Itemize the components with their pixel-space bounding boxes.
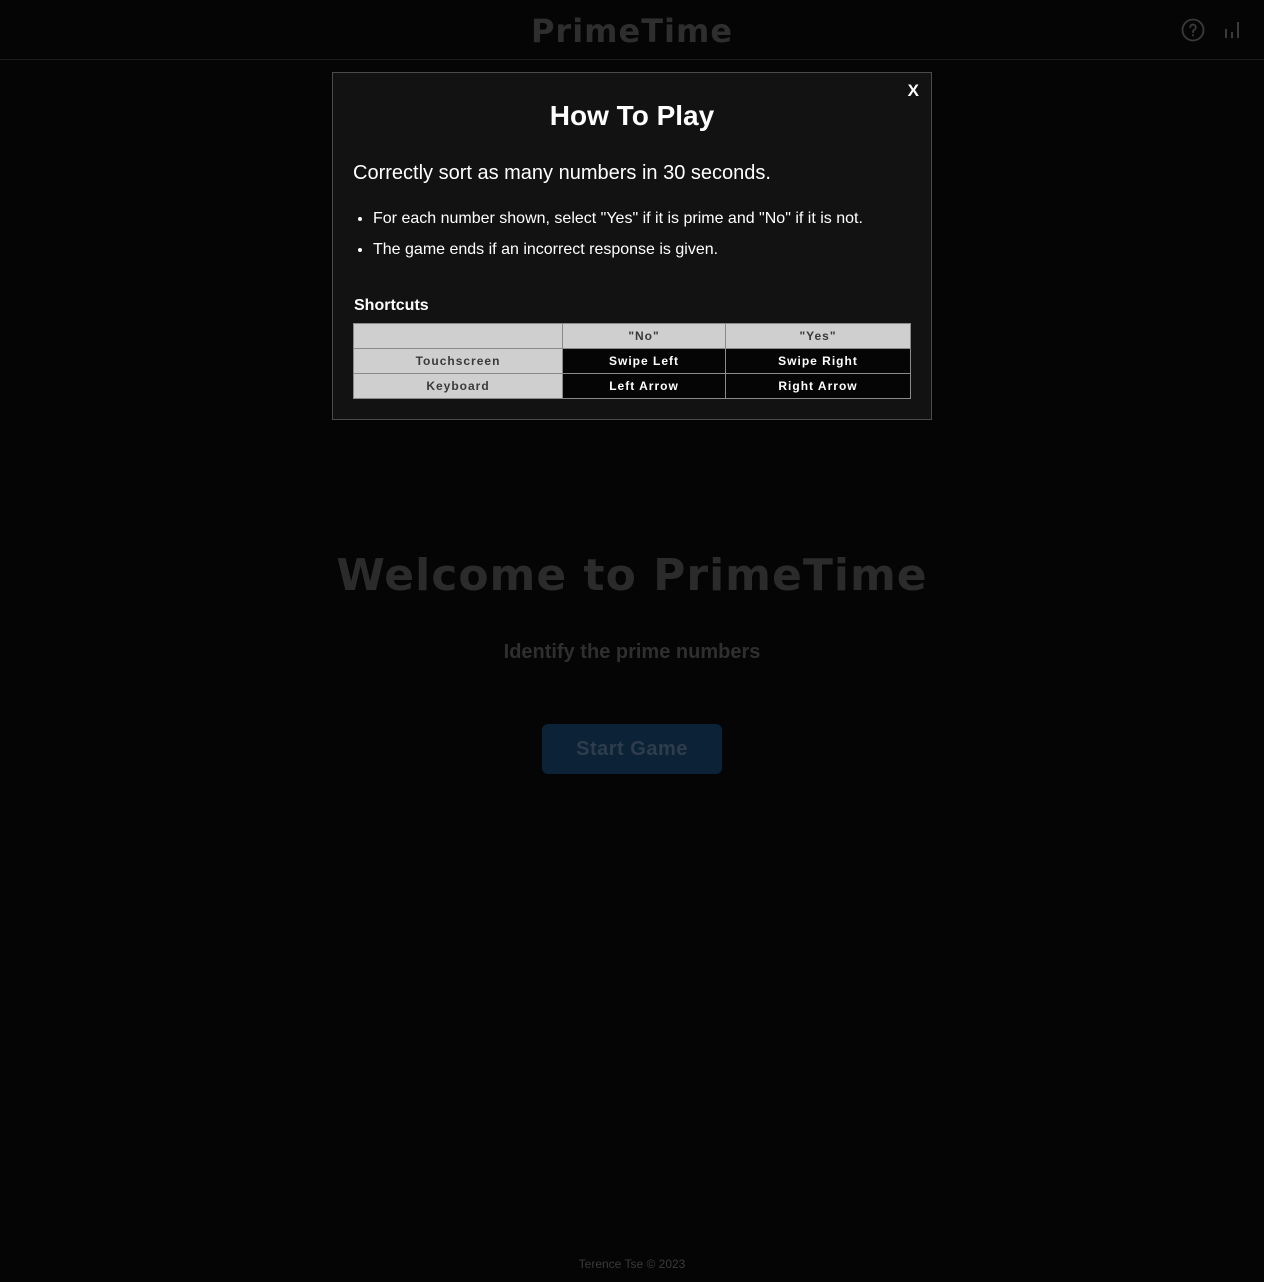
help-icon[interactable] — [1181, 18, 1205, 42]
rules-list: For each number shown, select "Yes" if i… — [353, 209, 863, 271]
row-label-cell: Keyboard — [353, 373, 563, 399]
header: PrimeTime — [0, 0, 1264, 60]
table-header-cell: "Yes" — [725, 323, 911, 349]
page: PrimeTime Welcome to PrimeTime Identify … — [0, 0, 1264, 1282]
shortcuts-table: "No" "Yes" Touchscreen Swipe Left Swipe … — [353, 323, 911, 399]
stats-icon[interactable] — [1220, 18, 1244, 42]
how-to-play-modal: X How To Play Correctly sort as many num… — [332, 72, 932, 420]
modal-lead-text: Correctly sort as many numbers in 30 sec… — [353, 162, 771, 184]
no-shortcut-cell: Left Arrow — [562, 373, 726, 399]
yes-shortcut-cell: Swipe Right — [725, 348, 911, 374]
rule-item: For each number shown, select "Yes" if i… — [358, 209, 863, 240]
welcome-title: Welcome to PrimeTime — [336, 550, 928, 601]
modal-title: How To Play — [549, 100, 715, 131]
row-label-cell: Touchscreen — [353, 348, 563, 374]
table-header-row: "No" "Yes" — [353, 323, 911, 349]
start-game-button[interactable]: Start Game — [542, 724, 722, 774]
app-logo: PrimeTime — [530, 12, 734, 50]
yes-shortcut-cell: Right Arrow — [725, 373, 911, 399]
footer-credit: Terence Tse © 2023 — [578, 1257, 686, 1271]
table-header-cell: "No" — [562, 323, 726, 349]
shortcuts-heading: Shortcuts — [354, 297, 429, 314]
table-row: Touchscreen Swipe Left Swipe Right — [353, 348, 911, 374]
table-header-cell — [353, 323, 563, 349]
table-row: Keyboard Left Arrow Right Arrow — [353, 373, 911, 399]
welcome-subtitle: Identify the prime numbers — [503, 641, 761, 663]
rule-item: The game ends if an incorrect response i… — [358, 240, 863, 271]
no-shortcut-cell: Swipe Left — [562, 348, 726, 374]
